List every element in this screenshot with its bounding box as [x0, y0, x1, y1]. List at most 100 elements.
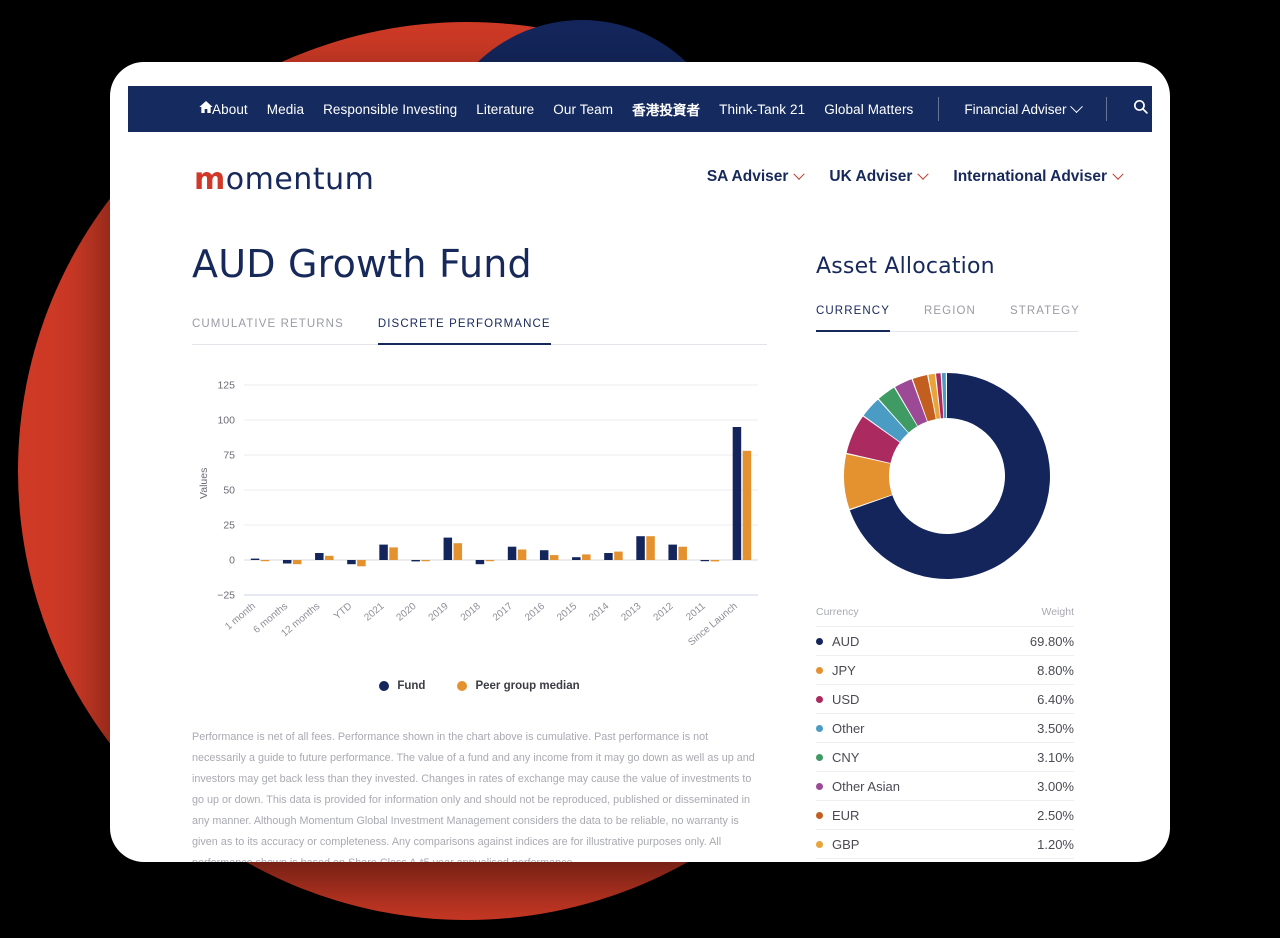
- legend-item-fund: Fund: [379, 680, 425, 692]
- x-tick-label: 2017: [491, 601, 515, 624]
- bar[interactable]: [517, 549, 527, 561]
- bar[interactable]: [636, 536, 645, 560]
- currency-name: JPY: [832, 662, 856, 678]
- nav-item-responsible-investing[interactable]: Responsible Investing: [323, 102, 457, 117]
- bar[interactable]: [292, 560, 302, 565]
- bar[interactable]: [604, 553, 613, 560]
- bar[interactable]: [389, 547, 398, 560]
- tab-cumulative-returns[interactable]: CUMULATIVE RETURNS: [192, 318, 344, 345]
- bar[interactable]: [282, 560, 292, 564]
- table-row[interactable]: CHF0.90%: [816, 858, 1074, 862]
- chevron-down-icon: [917, 168, 930, 180]
- bar[interactable]: [485, 560, 495, 562]
- bar[interactable]: [325, 555, 334, 560]
- legend-dot-icon: [816, 695, 823, 703]
- bar[interactable]: [678, 546, 687, 560]
- bar[interactable]: [453, 543, 463, 560]
- tab-region[interactable]: REGION: [924, 305, 976, 332]
- legend-dot-icon: [816, 782, 823, 790]
- nav-item-global-matters[interactable]: Global Matters: [824, 102, 913, 117]
- table-row[interactable]: Other Asian 3.00%: [816, 771, 1074, 800]
- table-row[interactable]: GBP 1.20%: [816, 829, 1074, 858]
- chart-y-axis-label: Values: [198, 467, 210, 499]
- table-row[interactable]: Other 3.50%: [816, 713, 1074, 742]
- tab-currency[interactable]: CURRENCY: [816, 305, 890, 332]
- nav-item-hk-investors[interactable]: 香港投資者: [632, 99, 700, 119]
- legend-dot-icon: [816, 666, 823, 674]
- home-icon[interactable]: [198, 99, 214, 120]
- bar[interactable]: [742, 450, 752, 560]
- tab-strategy[interactable]: STRATEGY: [1010, 305, 1080, 332]
- nav-item-literature[interactable]: Literature: [476, 102, 534, 117]
- bar[interactable]: [250, 558, 260, 560]
- bar[interactable]: [572, 557, 581, 560]
- bar[interactable]: [443, 537, 453, 560]
- logo-letter-m: m: [194, 162, 226, 197]
- bar[interactable]: [379, 544, 388, 560]
- bar[interactable]: [411, 560, 420, 562]
- bar[interactable]: [668, 544, 677, 560]
- financial-adviser-label: Financial Adviser: [964, 101, 1067, 117]
- table-row[interactable]: USD 6.40%: [816, 684, 1074, 713]
- performance-disclaimer: Performance is net of all fees. Performa…: [192, 731, 755, 862]
- search-icon[interactable]: [1132, 98, 1149, 120]
- adviser-international[interactable]: International Adviser: [953, 168, 1124, 186]
- svg-text:−25: −25: [217, 590, 235, 602]
- nav-item-think-tank-21[interactable]: Think-Tank 21: [719, 102, 805, 117]
- nav-item-our-team[interactable]: Our Team: [553, 102, 613, 117]
- currency-weight: 3.00%: [1037, 778, 1074, 794]
- legend-dot-peer: [457, 681, 468, 691]
- page-title: AUD Growth Fund: [192, 242, 532, 286]
- nav-item-about[interactable]: About: [212, 102, 248, 117]
- bar[interactable]: [710, 560, 720, 562]
- currency-weight: 1.20%: [1037, 836, 1074, 852]
- bar[interactable]: [475, 560, 485, 565]
- table-row[interactable]: AUD 69.80%: [816, 626, 1074, 655]
- bar[interactable]: [315, 553, 324, 560]
- currency-weight: 6.40%: [1037, 691, 1074, 707]
- bar[interactable]: [732, 427, 742, 560]
- tab-discrete-performance[interactable]: DISCRETE PERFORMANCE: [377, 318, 551, 345]
- bar[interactable]: [357, 560, 366, 567]
- bar[interactable]: [582, 554, 591, 560]
- primary-nav-items: About Media Responsible Investing Litera…: [212, 97, 1149, 121]
- legend-item-peer: Peer group median: [457, 680, 580, 692]
- x-tick-label: 2021: [362, 601, 386, 624]
- bar[interactable]: [421, 560, 430, 562]
- bar[interactable]: [539, 550, 549, 560]
- currency-weight: 2.50%: [1037, 807, 1074, 823]
- legend-label-peer: Peer group median: [475, 680, 580, 692]
- row-label: CNY: [816, 750, 859, 765]
- adviser-uk[interactable]: UK Adviser: [829, 168, 930, 186]
- table-row[interactable]: JPY 8.80%: [816, 655, 1074, 684]
- row-label: GBP: [816, 837, 859, 852]
- bar[interactable]: [549, 555, 559, 560]
- table-row[interactable]: CNY 3.10%: [816, 742, 1074, 771]
- bar[interactable]: [646, 536, 655, 560]
- currency-weight: 8.80%: [1037, 662, 1074, 678]
- momentum-logo[interactable]: momentum: [194, 162, 374, 197]
- currency-name: EUR: [832, 807, 860, 823]
- fund-performance-section: AUD Growth Fund CUMULATIVE RETURNS DISCR…: [192, 242, 767, 862]
- adviser-sa-label: SA Adviser: [706, 168, 789, 185]
- bar[interactable]: [614, 551, 623, 560]
- asset-allocation-title: Asset Allocation: [816, 254, 995, 279]
- svg-text:50: 50: [223, 485, 235, 497]
- bar[interactable]: [700, 560, 710, 562]
- bar[interactable]: [347, 560, 356, 565]
- currency-weight: 3.50%: [1037, 720, 1074, 736]
- bar[interactable]: [507, 546, 517, 560]
- chevron-down-icon: [793, 168, 806, 180]
- svg-text:100: 100: [217, 415, 235, 427]
- x-tick-label: 2015: [555, 601, 579, 624]
- financial-adviser-dropdown[interactable]: Financial Adviser: [964, 99, 1084, 117]
- currency-name: USD: [832, 691, 860, 707]
- svg-text:25: 25: [223, 520, 235, 532]
- screen-root: About Media Responsible Investing Litera…: [0, 0, 1280, 938]
- nav-item-media[interactable]: Media: [267, 102, 304, 117]
- browser-card: About Media Responsible Investing Litera…: [110, 62, 1170, 862]
- table-row[interactable]: EUR 2.50%: [816, 800, 1074, 829]
- currency-name: Other: [832, 720, 865, 736]
- bar[interactable]: [260, 560, 270, 562]
- adviser-sa[interactable]: SA Adviser: [706, 168, 806, 186]
